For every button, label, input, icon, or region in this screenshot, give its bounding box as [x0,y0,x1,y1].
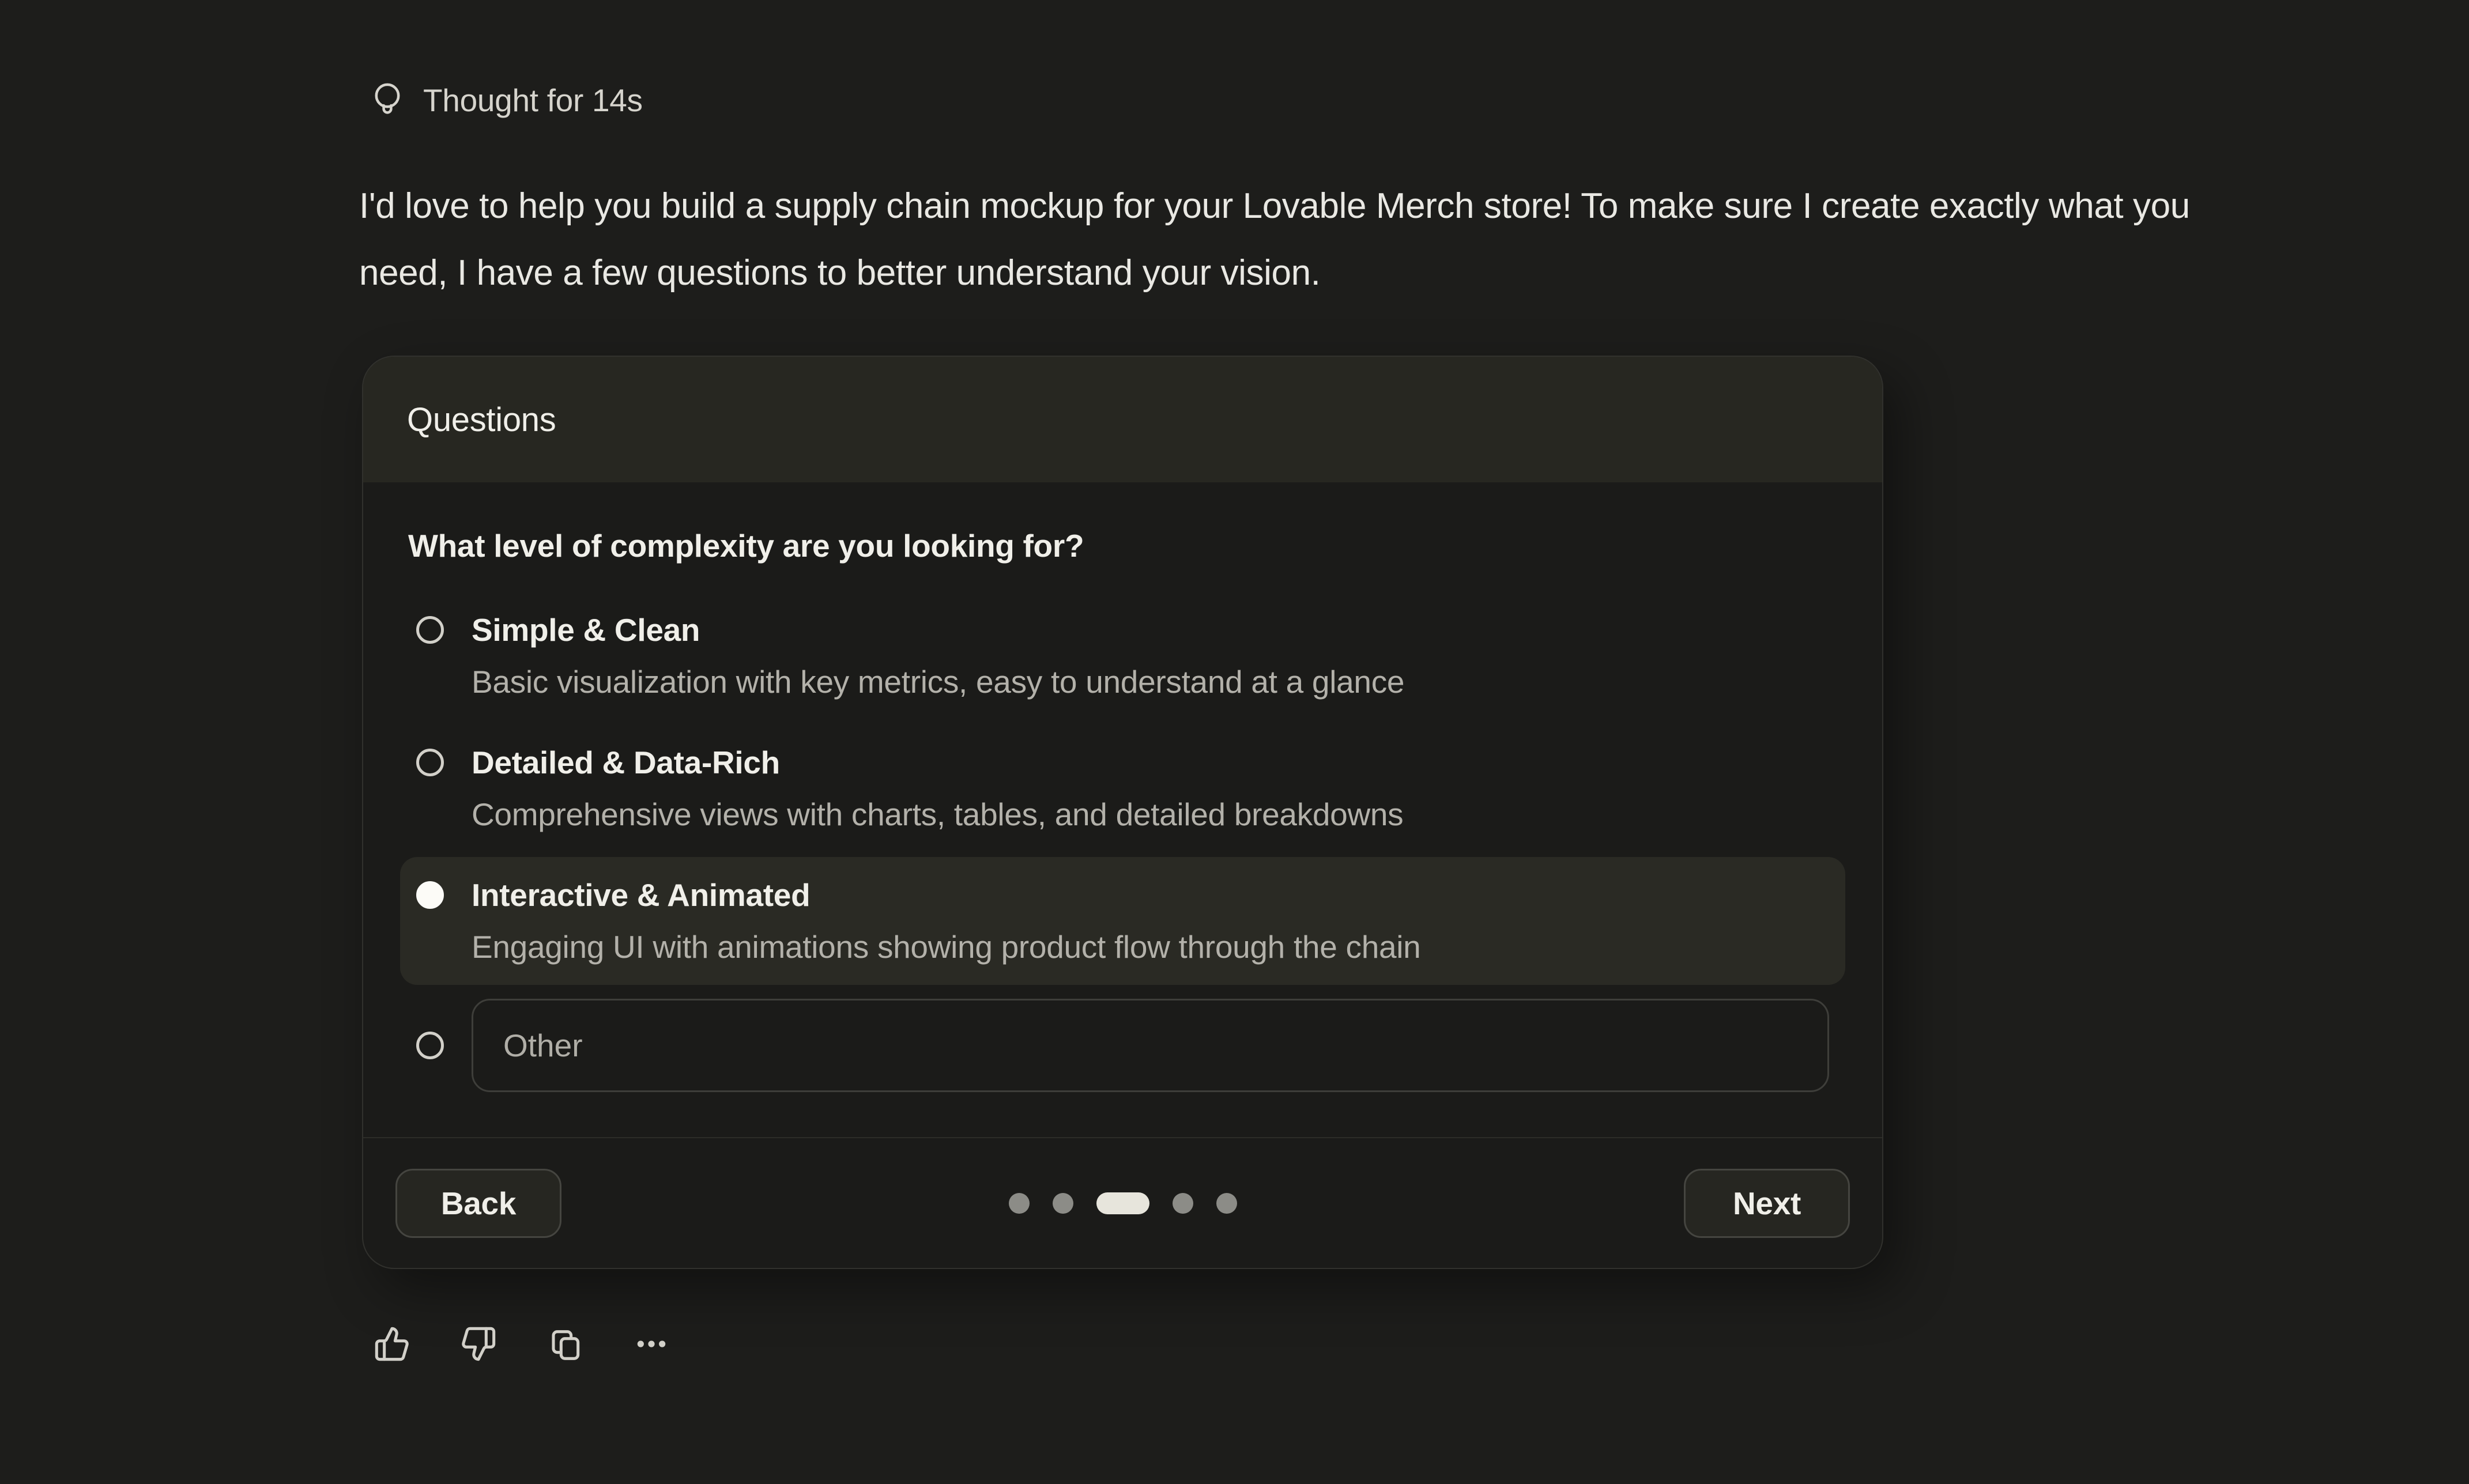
ellipsis-icon [633,1326,670,1362]
thought-toggle[interactable]: Thought for 14s [369,80,643,121]
questions-card: Questions What level of complexity are y… [362,356,1883,1269]
option-row-simple-clean[interactable]: Simple & Clean Basic visualization with … [400,592,1845,720]
more-button[interactable] [633,1323,670,1365]
card-title: Questions [407,401,556,439]
message-actions [374,1323,670,1365]
next-button[interactable]: Next [1684,1169,1850,1238]
pagination-dot [1053,1193,1073,1214]
lightbulb-icon [369,80,406,121]
card-footer: Back Next [363,1137,1882,1268]
other-input[interactable] [472,999,1829,1092]
card-body: What level of complexity are you looking… [363,482,1882,1137]
option-row-other[interactable] [400,999,1845,1092]
radio-icon[interactable] [416,616,444,644]
copy-button[interactable] [546,1323,583,1365]
pagination-dot [1009,1193,1030,1214]
option-description: Engaging UI with animations showing prod… [472,930,1829,964]
thought-label: Thought for 14s [423,82,643,119]
card-header: Questions [363,357,1882,482]
option-title: Simple & Clean [472,613,1829,647]
pagination-dots [1009,1192,1237,1214]
pagination-dot [1173,1193,1193,1214]
pagination-dot [1096,1192,1149,1214]
back-button[interactable]: Back [395,1169,561,1238]
option-row-detailed-data-rich[interactable]: Detailed & Data-Rich Comprehensive views… [400,724,1845,852]
option-row-interactive-animated[interactable]: Interactive & Animated Engaging UI with … [400,857,1845,985]
option-description: Comprehensive views with charts, tables,… [472,797,1829,832]
assistant-message: I'd love to help you build a supply chai… [359,173,2198,307]
question-text: What level of complexity are you looking… [408,527,1845,564]
thumbs-up-button[interactable] [374,1323,410,1365]
pagination-dot [1216,1193,1237,1214]
radio-icon[interactable] [416,749,444,776]
thumbs-down-button[interactable] [460,1323,497,1365]
radio-icon[interactable] [416,1032,444,1059]
thumbs-down-icon [460,1326,497,1362]
copy-icon [546,1326,583,1362]
option-title: Interactive & Animated [472,878,1829,912]
option-title: Detailed & Data-Rich [472,745,1829,780]
thumbs-up-icon [374,1326,410,1362]
option-description: Basic visualization with key metrics, ea… [472,664,1829,699]
chat-canvas: { "thinking": { "label": "Thought for 14… [0,0,2469,1484]
radio-selected-icon[interactable] [416,881,444,909]
